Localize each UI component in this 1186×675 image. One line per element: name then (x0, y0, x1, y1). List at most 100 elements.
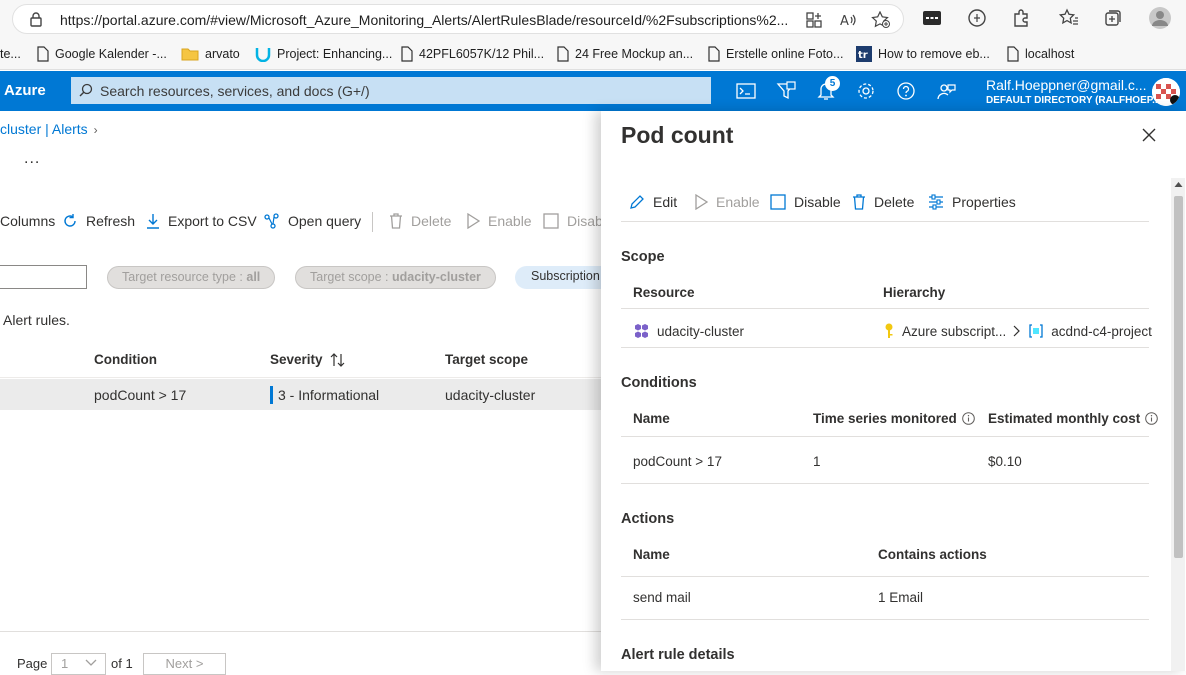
column-header-condition[interactable]: Condition (94, 352, 157, 367)
bookmark-label[interactable]: localhost (1025, 47, 1074, 61)
account-directory[interactable]: DEFAULT DIRECTORY (RALFHOEP... (986, 95, 1160, 106)
panel-disable-button[interactable]: Disable (770, 194, 841, 210)
bookmark-item[interactable]: 24 Free Mockup an... (557, 44, 693, 64)
breadcrumb[interactable]: cluster | Alerts › (0, 121, 98, 137)
favorite-add-icon[interactable] (871, 11, 891, 29)
url-field[interactable]: https://portal.azure.com/#view/Microsoft… (12, 4, 904, 34)
page-select-value: 1 (61, 656, 69, 671)
collections-icon[interactable] (1103, 8, 1123, 28)
command-divider (621, 221, 1149, 222)
square-icon (770, 194, 786, 210)
scope-resource-name[interactable]: udacity-cluster (657, 324, 744, 339)
filter-label: Target scope : (310, 270, 392, 284)
url-text[interactable]: https://portal.azure.com/#view/Microsoft… (60, 12, 800, 28)
filter-search-input[interactable] (0, 265, 87, 289)
column-header-severity[interactable]: Severity (270, 352, 346, 368)
bookmark-label[interactable]: Project: Enhancing... (277, 47, 392, 61)
close-icon[interactable] (1142, 128, 1156, 142)
favorites-icon[interactable] (1059, 8, 1079, 28)
bookmark-item[interactable]: Erstelle online Foto... (708, 44, 843, 64)
filter-target-scope[interactable]: Target scope : udacity-cluster (295, 266, 496, 289)
open-query-label: Open query (288, 213, 362, 229)
bookmark-label[interactable]: How to remove eb... (878, 47, 990, 61)
chevron-right-icon: › (93, 123, 98, 137)
directory-filter-icon[interactable] (776, 81, 796, 101)
export-csv-button[interactable]: Export to CSV (146, 213, 257, 229)
bookmark-label[interactable]: 42PFL6057K/12 Phil... (419, 47, 544, 61)
delete-label: Delete (874, 194, 915, 210)
bookmark-item[interactable]: tr How to remove eb... (856, 44, 990, 64)
breadcrumb-link[interactable]: cluster | Alerts (0, 121, 88, 137)
azure-brand[interactable]: Azure (4, 82, 46, 99)
page-select[interactable]: 1 (51, 653, 106, 675)
toolbar-divider (372, 212, 373, 232)
trash-icon (389, 213, 403, 229)
avatar[interactable] (1152, 78, 1180, 106)
app-available-icon[interactable] (805, 11, 823, 29)
trash-icon (852, 194, 866, 210)
browser-essentials-icon[interactable] (967, 8, 987, 28)
info-icon[interactable] (962, 412, 975, 425)
edit-button[interactable]: Edit (629, 194, 677, 210)
extension-icon[interactable] (922, 8, 942, 28)
bookmark-label[interactable]: Erstelle online Foto... (726, 47, 843, 61)
scrollbar-thumb[interactable] (1174, 196, 1183, 558)
conditions-row-divider (621, 483, 1149, 484)
help-icon[interactable] (896, 81, 916, 101)
scroll-up-arrow-icon[interactable] (1174, 181, 1183, 188)
square-icon (543, 213, 559, 229)
bookmark-item[interactable]: te... (0, 44, 21, 64)
account-email[interactable]: Ralf.Hoeppner@gmail.c... (986, 77, 1147, 93)
header-divider (0, 377, 601, 378)
profile-icon[interactable] (1148, 6, 1172, 30)
info-icon[interactable] (1145, 412, 1159, 425)
enable-button[interactable]: Enable (466, 213, 532, 229)
refresh-button[interactable]: Refresh (62, 213, 135, 229)
filter-resource-type[interactable]: Target resource type : all (107, 266, 276, 289)
row-condition[interactable]: podCount > 17 (94, 387, 186, 403)
feedback-icon[interactable] (936, 81, 956, 101)
open-query-button[interactable]: Open query (264, 213, 361, 229)
edit-label: Edit (653, 194, 678, 210)
disable-button[interactable]: Disab (543, 213, 603, 229)
action-group-name[interactable]: send mail (633, 590, 691, 605)
bookmark-label[interactable]: arvato (205, 47, 240, 61)
columns-button[interactable]: Columns (0, 213, 55, 229)
next-page-button[interactable]: Next > (143, 653, 226, 675)
lock-icon[interactable] (29, 11, 43, 27)
properties-button[interactable]: Properties (928, 194, 1016, 210)
hierarchy-subscription[interactable]: Azure subscript... (902, 324, 1006, 339)
bookmark-label[interactable]: Google Kalender -... (55, 47, 167, 61)
page-icon (557, 46, 569, 62)
panel-delete-button[interactable]: Delete (852, 194, 914, 210)
column-header-target-scope[interactable]: Target scope (445, 352, 528, 367)
extensions-puzzle-icon[interactable] (1011, 8, 1031, 28)
bookmark-label[interactable]: te... (0, 47, 21, 61)
read-aloud-icon[interactable]: A (839, 11, 857, 29)
query-icon (264, 213, 280, 229)
refresh-icon (62, 213, 78, 229)
more-options-button[interactable]: ... (24, 150, 40, 168)
delete-button[interactable]: Delete (389, 213, 451, 229)
cloud-shell-icon[interactable] (736, 81, 756, 101)
settings-gear-icon[interactable] (856, 81, 876, 101)
bookmark-item[interactable]: Google Kalender -... (37, 44, 167, 64)
bookmark-item[interactable]: arvato (181, 44, 240, 64)
bookmark-item[interactable]: Project: Enhancing... (255, 44, 392, 64)
conditions-heading: Conditions (621, 375, 697, 391)
conditions-header-divider (621, 436, 1149, 437)
sort-icon[interactable] (330, 353, 346, 368)
panel-scrollbar[interactable] (1171, 178, 1185, 671)
panel-enable-button[interactable]: Enable (694, 194, 760, 210)
actions-col-name: Name (633, 547, 670, 562)
alert-rule-detail-panel: Pod count Edit Enable Disable Delete Pro… (601, 111, 1186, 671)
scope-resource-cell[interactable]: udacity-cluster (633, 323, 744, 339)
bookmark-item[interactable]: 42PFL6057K/12 Phil... (401, 44, 544, 64)
bookmark-item[interactable]: localhost (1007, 44, 1074, 64)
global-search-input[interactable]: Search resources, services, and docs (G+… (71, 77, 711, 104)
scope-hierarchy-cell: Azure subscript... acdnd-c4-project (883, 323, 1152, 339)
condition-name[interactable]: podCount > 17 (633, 454, 722, 469)
actions-col-contains: Contains actions (878, 547, 987, 562)
hierarchy-resource-group[interactable]: acdnd-c4-project (1051, 324, 1152, 339)
bookmark-label[interactable]: 24 Free Mockup an... (575, 47, 693, 61)
